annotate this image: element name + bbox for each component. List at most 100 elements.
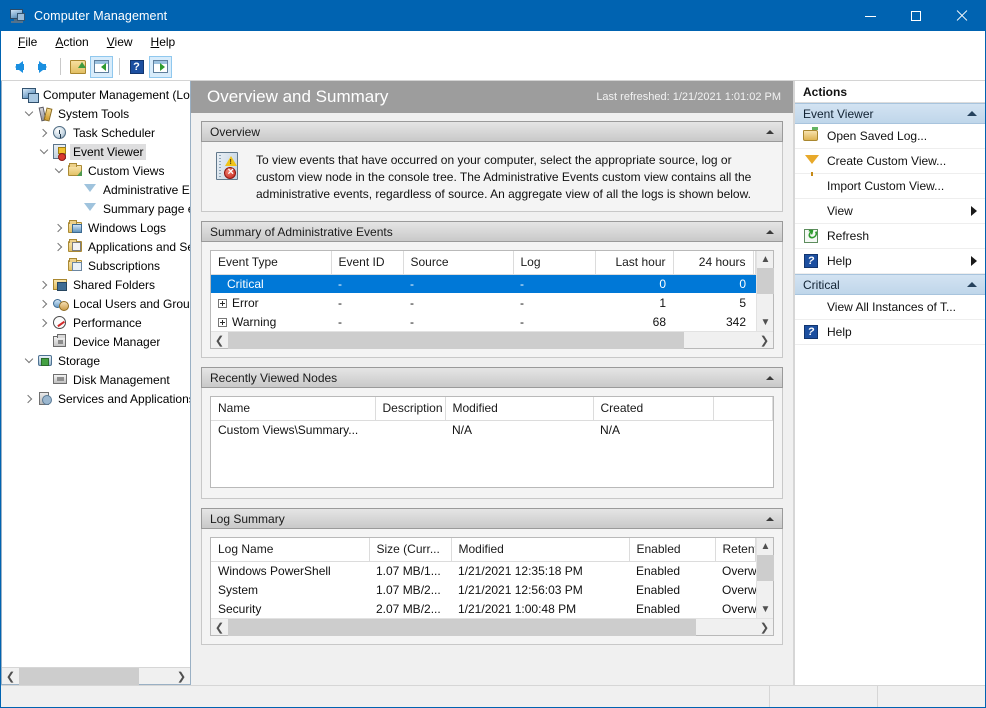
log-scroll-up-button[interactable]: ▲	[757, 538, 774, 555]
column-header[interactable]: Log Name	[211, 538, 370, 562]
actions-group-event-viewer[interactable]: Event Viewer	[795, 103, 985, 124]
column-header[interactable]: Modified	[451, 538, 630, 562]
summary-hscroll-thumb[interactable]	[228, 331, 684, 349]
chevron-right-icon[interactable]	[36, 280, 52, 289]
close-button[interactable]	[939, 1, 985, 31]
console-tree[interactable]: Computer Management (Local System Tools Ta…	[2, 81, 190, 667]
table-row[interactable]: Critical - - -0 0	[211, 274, 756, 293]
action-item-import-custom-view[interactable]: Import Custom View...	[795, 174, 985, 199]
tree-node-windows-logs[interactable]: Windows Logs	[2, 218, 190, 237]
chevron-right-icon[interactable]	[21, 394, 37, 403]
table-row[interactable]: Custom Views\Summary... N/A N/A	[211, 420, 773, 439]
tree-node-summary-page-e[interactable]: Summary page e	[2, 199, 190, 218]
summary-section-header[interactable]: Summary of Administrative Events	[201, 221, 783, 242]
log-scroll-left-button[interactable]: ❮	[211, 619, 228, 636]
show-hide-action-pane-button[interactable]	[149, 55, 172, 78]
actions-group-critical[interactable]: Critical	[795, 274, 985, 295]
chevron-right-icon[interactable]	[36, 299, 52, 308]
column-header[interactable]: Retention Polic	[715, 538, 756, 562]
tree-node-performance[interactable]: Performance	[2, 313, 190, 332]
column-header[interactable]: Size (Curr...	[369, 538, 452, 562]
log-hscroll-track[interactable]	[228, 618, 756, 636]
column-header[interactable]: Enabled	[629, 538, 716, 562]
maximize-button[interactable]	[893, 1, 939, 31]
menu-view[interactable]: View	[98, 33, 142, 51]
help-button[interactable]: ?	[125, 56, 148, 78]
table-row[interactable]: Windows PowerShell 1.07 MB/1... 1/21/2021 …	[211, 561, 756, 580]
table-row[interactable]: Warning - - -68 342	[211, 312, 756, 331]
tree-node-computer-management-local[interactable]: Computer Management (Local	[2, 85, 190, 104]
summary-scroll-up-button[interactable]: ▲	[757, 251, 774, 268]
table-row[interactable]: Security 2.07 MB/2... 1/21/2021 1:00:48 PM…	[211, 599, 756, 618]
log-summary-section-header[interactable]: Log Summary	[201, 508, 783, 529]
table-row[interactable]: Error - - -1 5	[211, 293, 756, 312]
log-summary-collapse-button[interactable]	[764, 513, 776, 525]
tree-horizontal-scrollbar[interactable]: ❮ ❯	[2, 667, 190, 685]
chevron-down-icon[interactable]	[21, 354, 37, 364]
column-header[interactable]: Modified	[445, 397, 594, 421]
action-item-view[interactable]: View	[795, 199, 985, 224]
log-scroll-right-button[interactable]: ❯	[756, 619, 773, 636]
chevron-right-icon[interactable]	[51, 242, 67, 251]
column-header[interactable]: Description	[375, 397, 446, 421]
show-hide-console-tree-button[interactable]	[90, 55, 113, 78]
tree-node-local-users-and-groups[interactable]: Local Users and Groups	[2, 294, 190, 313]
log-scroll-track[interactable]	[757, 555, 774, 601]
back-button[interactable]	[7, 56, 30, 78]
tree-node-disk-management[interactable]: Disk Management	[2, 370, 190, 389]
tree-scroll-right-button[interactable]: ❯	[173, 668, 190, 685]
expand-row-icon[interactable]	[218, 298, 227, 308]
recent-nodes-collapse-button[interactable]	[764, 372, 776, 384]
log-scroll-thumb[interactable]	[757, 555, 774, 581]
log-scroll-down-button[interactable]: ▼	[757, 601, 774, 618]
menu-file[interactable]: File	[9, 33, 46, 51]
tree-node-shared-folders[interactable]: Shared Folders	[2, 275, 190, 294]
recent-nodes-section-header[interactable]: Recently Viewed Nodes	[201, 367, 783, 388]
action-item-create-custom-view[interactable]: Create Custom View...	[795, 149, 985, 176]
summary-scroll-left-button[interactable]: ❮	[211, 332, 228, 349]
column-header[interactable]	[713, 397, 773, 421]
summary-horizontal-scrollbar[interactable]: ❮ ❯	[211, 331, 773, 349]
chevron-right-icon[interactable]	[51, 223, 67, 232]
action-item-view-all-instances-of-t[interactable]: View All Instances of T...	[795, 295, 985, 320]
summary-hscroll-track[interactable]	[228, 331, 756, 349]
chevron-right-icon[interactable]	[36, 128, 52, 137]
summary-scroll-right-button[interactable]: ❯	[756, 332, 773, 349]
column-header[interactable]: Event Type	[211, 251, 332, 275]
column-header[interactable]: 24 hours	[673, 251, 754, 275]
tree-node-system-tools[interactable]: System Tools	[2, 104, 190, 123]
tree-scroll-track[interactable]	[19, 667, 173, 685]
tree-node-event-viewer[interactable]: Event Viewer	[2, 142, 190, 161]
action-item-refresh[interactable]: Refresh	[795, 224, 985, 249]
chevron-down-icon[interactable]	[21, 107, 37, 117]
menu-help[interactable]: Help	[142, 33, 185, 51]
log-summary-vertical-scrollbar[interactable]: ▲ ▼	[756, 538, 774, 618]
tree-node-administrative-e[interactable]: Administrative E	[2, 180, 190, 199]
column-header[interactable]: Event ID	[331, 251, 404, 275]
action-item-help[interactable]: ? Help	[795, 249, 985, 274]
summary-scroll-down-button[interactable]: ▼	[757, 314, 774, 331]
overview-section-header[interactable]: Overview	[201, 121, 783, 142]
tree-scroll-thumb[interactable]	[19, 667, 139, 685]
expand-row-icon[interactable]	[218, 317, 227, 327]
column-header[interactable]: Last hour	[595, 251, 674, 275]
tree-node-applications-and-se[interactable]: Applications and Se	[2, 237, 190, 256]
table-row[interactable]: System 1.07 MB/2... 1/21/2021 12:56:03 PM E…	[211, 580, 756, 599]
chevron-down-icon[interactable]	[51, 164, 67, 174]
minimize-button[interactable]	[847, 1, 893, 31]
tree-node-custom-views[interactable]: Custom Views	[2, 161, 190, 180]
tree-scroll-left-button[interactable]: ❮	[2, 668, 19, 685]
action-item-help[interactable]: ? Help	[795, 320, 985, 345]
forward-button[interactable]	[31, 56, 54, 78]
tree-node-device-manager[interactable]: Device Manager	[2, 332, 190, 351]
content-scroll-area[interactable]: Overview To view events that have occurr…	[191, 113, 793, 685]
log-hscroll-thumb[interactable]	[228, 618, 696, 636]
overview-collapse-button[interactable]	[764, 126, 776, 138]
column-header[interactable]: Source	[403, 251, 514, 275]
up-one-level-button[interactable]	[66, 56, 89, 78]
tree-node-services-and-applications[interactable]: Services and Applications	[2, 389, 190, 408]
action-item-open-saved-log[interactable]: Open Saved Log...	[795, 124, 985, 149]
chevron-down-icon[interactable]	[36, 145, 52, 155]
summary-scroll-track[interactable]	[757, 268, 774, 314]
column-header[interactable]: Name	[211, 397, 376, 421]
